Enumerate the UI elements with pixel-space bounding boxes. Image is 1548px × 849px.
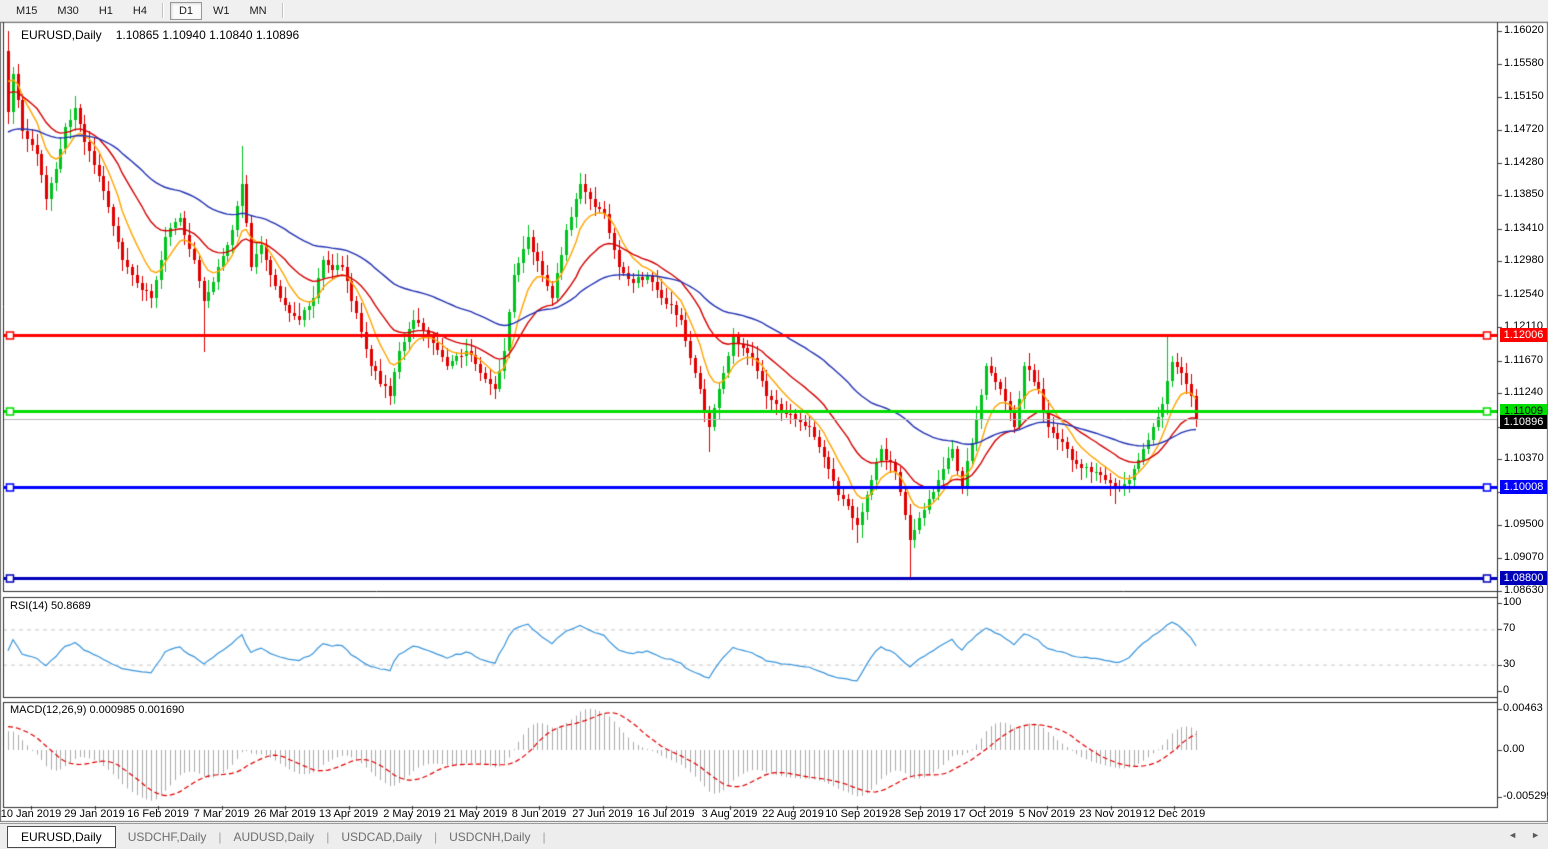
timeframe-button-h4[interactable]: H4 <box>124 2 156 20</box>
price-tick-label: 1.11670 <box>1504 354 1543 366</box>
rsi-tick-label: 0 <box>1503 684 1509 696</box>
date-tick-label: 7 Mar 2019 <box>194 808 250 820</box>
price-tick-label: 1.16020 <box>1504 24 1544 36</box>
timeframe-button-m30[interactable]: M30 <box>48 2 87 20</box>
price-tick-label: 1.13410 <box>1504 222 1544 234</box>
date-tick-label: 16 Feb 2019 <box>127 808 189 820</box>
date-tick-label: 28 Sep 2019 <box>889 808 951 820</box>
timeframe-button-group: M15M30H1H4 D1W1MN <box>6 2 289 20</box>
tab-usdcnh[interactable]: USDCNH,Daily <box>437 827 542 847</box>
timeframe-toolbar: M15M30H1H4 D1W1MN <box>0 0 1548 22</box>
macd-tick-label: 0.00 <box>1503 743 1524 755</box>
timeframe-button-m15[interactable]: M15 <box>7 2 46 20</box>
price-level-badge: 1.10008 <box>1500 480 1547 494</box>
tab-audusd[interactable]: AUDUSD,Daily <box>222 827 327 847</box>
date-tick-label: 22 Aug 2019 <box>762 808 824 820</box>
price-tick-label: 1.11240 <box>1504 386 1543 398</box>
date-tick-label: 8 Jun 2019 <box>512 808 566 820</box>
mt4-terminal-window: M15M30H1H4 D1W1MN EURUSD,Daily 1.10865 1.… <box>0 0 1548 849</box>
price-tick-label: 1.09070 <box>1504 551 1544 563</box>
macd-indicator-label: MACD(12,26,9) 0.000985 0.001690 <box>10 704 184 716</box>
date-tick-label: 5 Nov 2019 <box>1019 808 1075 820</box>
price-tick-label: 1.13850 <box>1504 188 1544 200</box>
timeframe-button-h1[interactable]: H1 <box>90 2 122 20</box>
chart-canvas[interactable] <box>0 0 1548 849</box>
date-tick-label: 23 Nov 2019 <box>1079 808 1141 820</box>
price-tick-label: 1.08630 <box>1504 584 1544 596</box>
macd-tick-label: -0.005299 <box>1503 790 1548 802</box>
date-tick-label: 10 Jan 2019 <box>1 808 62 820</box>
price-tick-label: 1.12980 <box>1504 254 1544 266</box>
tab-scroll-arrows: ◄ ► <box>1508 830 1540 840</box>
date-tick-label: 17 Oct 2019 <box>954 808 1014 820</box>
date-tick-label: 3 Aug 2019 <box>702 808 758 820</box>
tab-eurusd[interactable]: EURUSD,Daily <box>7 826 116 848</box>
macd-tick-label: 0.00463 <box>1503 702 1543 714</box>
rsi-indicator-label: RSI(14) 50.8689 <box>10 600 91 612</box>
price-tick-label: 1.10370 <box>1504 452 1544 464</box>
date-tick-label: 2 May 2019 <box>383 808 440 820</box>
tab-scroll-right-icon[interactable]: ► <box>1531 830 1540 840</box>
date-tick-label: 10 Sep 2019 <box>825 808 887 820</box>
symbol-tabbar: EURUSD,DailyUSDCHF,Daily|AUDUSD,Daily|US… <box>0 823 1548 849</box>
timeframe-button-w1[interactable]: W1 <box>204 2 239 20</box>
price-level-badge: 1.12006 <box>1500 328 1547 342</box>
date-tick-label: 12 Dec 2019 <box>1143 808 1205 820</box>
date-tick-label: 21 May 2019 <box>444 808 508 820</box>
symbol-tabs: EURUSD,DailyUSDCHF,Daily|AUDUSD,Daily|US… <box>0 826 546 848</box>
date-tick-label: 29 Jan 2019 <box>64 808 125 820</box>
price-level-badge: 1.08800 <box>1500 571 1547 585</box>
chart-title: EURUSD,Daily 1.10865 1.10940 1.10840 1.1… <box>14 28 299 42</box>
price-tick-label: 1.09500 <box>1504 518 1544 530</box>
tab-usdchf[interactable]: USDCHF,Daily <box>116 827 219 847</box>
price-tick-label: 1.12540 <box>1504 288 1544 300</box>
price-tick-label: 1.14720 <box>1504 123 1544 135</box>
price-tick-label: 1.15150 <box>1504 90 1544 102</box>
tab-scroll-left-icon[interactable]: ◄ <box>1508 830 1517 840</box>
price-tick-label: 1.15580 <box>1504 57 1544 69</box>
date-tick-label: 13 Apr 2019 <box>319 808 378 820</box>
toolbar-separator <box>162 3 164 18</box>
timeframe-button-d1[interactable]: D1 <box>170 2 202 20</box>
tab-usdcad[interactable]: USDCAD,Daily <box>329 827 434 847</box>
date-tick-label: 26 Mar 2019 <box>254 808 316 820</box>
chart-symbol-period: EURUSD,Daily <box>21 28 102 42</box>
toolbar-separator <box>282 3 284 18</box>
price-tick-label: 1.14280 <box>1504 156 1544 168</box>
tab-separator: | <box>542 830 545 844</box>
chart-ohlc-values: 1.10865 1.10940 1.10840 1.10896 <box>116 28 300 42</box>
date-tick-label: 27 Jun 2019 <box>572 808 633 820</box>
rsi-tick-label: 70 <box>1503 622 1515 634</box>
timeframe-button-mn[interactable]: MN <box>241 2 276 20</box>
rsi-tick-label: 30 <box>1503 658 1515 670</box>
rsi-tick-label: 100 <box>1503 596 1521 608</box>
current-price-badge: 1.10896 <box>1500 415 1547 429</box>
date-tick-label: 16 Jul 2019 <box>638 808 695 820</box>
